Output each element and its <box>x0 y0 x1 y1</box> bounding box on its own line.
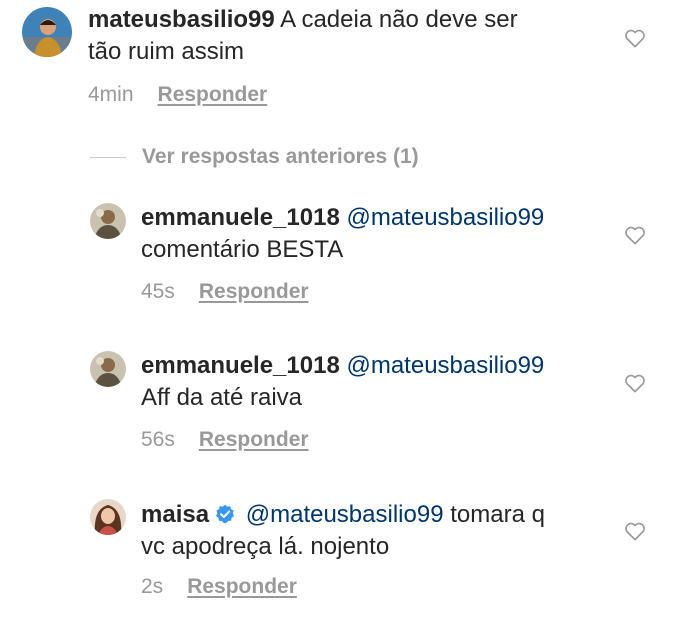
comment-text: A cadeia não deve ser <box>280 6 518 33</box>
comment-text: vc apodreça lá. nojento <box>141 533 390 560</box>
reply-button[interactable]: Responder <box>158 83 268 106</box>
comment-meta: 56s Responder <box>141 426 309 454</box>
comment-text: tão ruim assim <box>88 38 245 65</box>
comment-timestamp: 56s <box>141 428 175 451</box>
avatar[interactable] <box>90 351 126 387</box>
heart-icon[interactable] <box>624 28 646 48</box>
view-previous-replies-label[interactable]: Ver respostas anteriores (1) <box>142 145 419 169</box>
comment-mention[interactable]: @mateusbasilio99 <box>346 352 544 379</box>
avatar[interactable] <box>90 499 126 535</box>
comment-meta: 45s Responder <box>141 278 309 306</box>
comment-text: comentário BESTA <box>141 236 344 263</box>
heart-icon[interactable] <box>624 373 646 393</box>
comment-mention[interactable]: @mateusbasilio99 <box>346 204 544 231</box>
reply-button[interactable]: Responder <box>199 280 309 303</box>
comment-body: emmanuele_1018 @mateusbasilio99 comentár… <box>141 202 611 266</box>
comment-text: tomara q <box>450 501 545 528</box>
comment-meta: 4min Responder <box>88 81 267 109</box>
reply-button[interactable]: Responder <box>187 575 297 598</box>
comment-text: Aff da até raiva <box>141 384 302 411</box>
verified-badge-icon <box>215 501 235 524</box>
comment-timestamp: 4min <box>88 83 134 106</box>
heart-icon[interactable] <box>624 521 646 541</box>
comment-body: maisa @mateusbasilio99 tomara q vc apodr… <box>141 499 611 563</box>
comment-username[interactable]: mateusbasilio99 <box>88 6 275 33</box>
reply-button[interactable]: Responder <box>199 428 309 451</box>
comment-username[interactable]: emmanuele_1018 <box>141 352 340 379</box>
comment-body: mateusbasilio99 A cadeia não deve ser tã… <box>88 4 608 68</box>
divider-line <box>90 156 126 158</box>
comment-mention[interactable]: @mateusbasilio99 <box>246 501 444 528</box>
comment-timestamp: 45s <box>141 280 175 303</box>
avatar[interactable] <box>22 7 72 57</box>
comment-username[interactable]: maisa <box>141 501 209 528</box>
heart-icon[interactable] <box>624 225 646 245</box>
comment-meta: 2s Responder <box>141 573 297 601</box>
comment-username[interactable]: emmanuele_1018 <box>141 204 340 231</box>
comment-body: emmanuele_1018 @mateusbasilio99 Aff da a… <box>141 350 611 414</box>
avatar[interactable] <box>90 203 126 239</box>
comment-timestamp: 2s <box>141 575 164 598</box>
view-previous-replies[interactable]: Ver respostas anteriores (1) <box>90 142 419 172</box>
